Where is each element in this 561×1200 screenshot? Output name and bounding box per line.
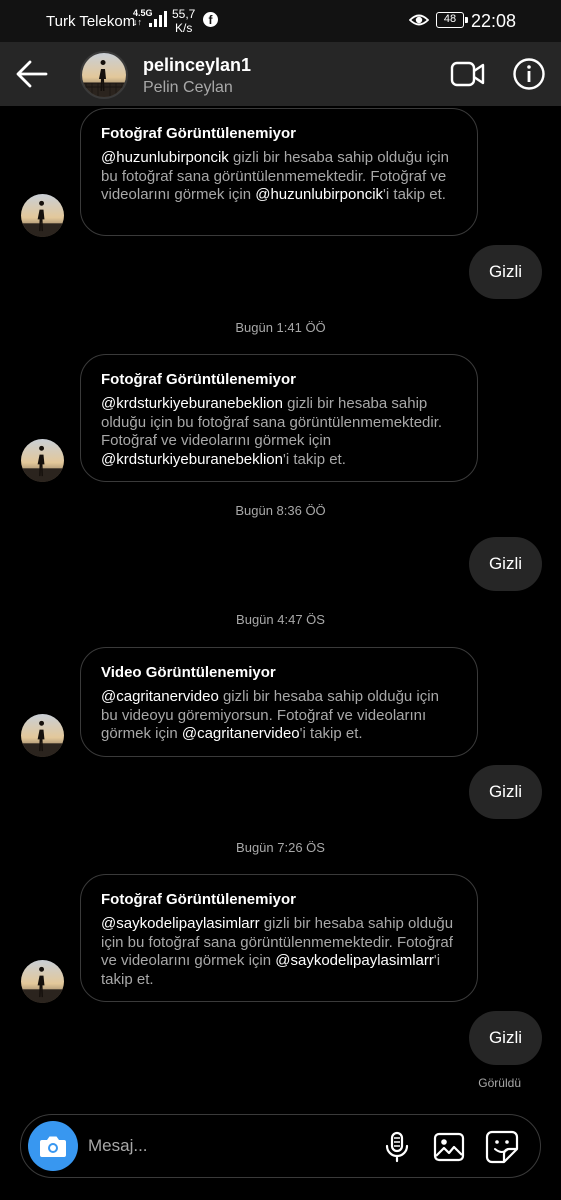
sent-message-bubble[interactable]: Gizli [468, 537, 542, 591]
video-call-icon[interactable] [450, 59, 486, 89]
clock: 22:08 [471, 11, 517, 31]
sender-photo [21, 714, 64, 757]
status-bar: Turk Telekom 4.5G ↓↑ 55,7 K/s f 48 22:08 [0, 0, 561, 42]
back-arrow-icon[interactable] [12, 54, 52, 94]
message-input[interactable] [88, 1127, 338, 1165]
network-speed-value: 55,7 [172, 7, 196, 21]
card-body: @cagritanervideo gizli bir hesaba sahip … [101, 688, 459, 744]
battery-icon: 48 [436, 12, 468, 28]
carrier-name: Turk Telekom [46, 13, 136, 30]
card-title: Fotoğraf Görüntülenemiyor [101, 125, 296, 142]
chat-fullname: Pelin Ceylan [143, 79, 233, 96]
signal-icon [149, 11, 167, 27]
sender-avatar[interactable] [21, 960, 64, 1003]
profile-photo [82, 53, 126, 97]
sender-photo [21, 439, 64, 482]
microphone-icon[interactable] [383, 1131, 411, 1163]
network-activity-label: ↓↑ [133, 17, 142, 27]
unavailable-media-card[interactable]: Video Görüntülenemiyor @cagritanervideo … [80, 647, 478, 757]
seen-indicator: Görüldü [478, 1076, 521, 1090]
mention-link[interactable]: @cagritanervideo [101, 688, 219, 705]
mention-link[interactable]: @saykodelipaylasimlarr [101, 915, 260, 932]
unavailable-media-card[interactable]: Fotoğraf Görüntülenemiyor @huzunlubirpon… [80, 108, 478, 236]
sent-message-bubble[interactable]: Gizli [468, 245, 542, 299]
card-title: Video Görüntülenemiyor [101, 664, 276, 681]
chat-username[interactable]: pelinceylan1 [143, 55, 251, 76]
unavailable-media-card[interactable]: Fotoğraf Görüntülenemiyor @krdsturkiyebu… [80, 354, 478, 482]
card-body: @saykodelipaylasimlarr gizli bir hesaba … [101, 915, 459, 989]
card-body: @huzunlubirponcik gizli bir hesaba sahip… [101, 149, 459, 205]
card-title: Fotoğraf Görüntülenemiyor [101, 371, 296, 388]
message-timestamp: Bugün 7:26 ÖS [236, 840, 325, 855]
card-body: @krdsturkiyeburanebeklion gizli bir hesa… [101, 395, 459, 469]
info-icon[interactable] [512, 57, 546, 91]
mention-link[interactable]: @krdsturkiyeburanebeklion [101, 451, 283, 468]
card-text: 'i takip et. [299, 725, 363, 742]
avatar[interactable] [80, 51, 128, 99]
facebook-icon: f [203, 12, 218, 27]
sticker-icon[interactable] [485, 1130, 519, 1164]
mention-link[interactable]: @huzunlubirponcik [255, 186, 383, 203]
message-composer [20, 1114, 541, 1178]
card-title: Fotoğraf Görüntülenemiyor [101, 891, 296, 908]
mention-link[interactable]: @saykodelipaylasimlarr [275, 952, 434, 969]
message-timestamp: Bugün 8:36 ÖÖ [235, 503, 326, 518]
sender-photo [21, 960, 64, 1003]
message-thread[interactable]: Fotoğraf Görüntülenemiyor @huzunlubirpon… [0, 106, 561, 1106]
sender-avatar[interactable] [21, 194, 64, 237]
eye-comfort-icon [409, 14, 429, 26]
camera-button[interactable] [28, 1121, 78, 1171]
message-timestamp: Bugün 4:47 ÖS [236, 612, 325, 627]
chat-header: pelinceylan1 Pelin Ceylan [0, 42, 561, 106]
mention-link[interactable]: @cagritanervideo [182, 725, 300, 742]
message-timestamp: Bugün 1:41 ÖÖ [235, 320, 326, 335]
network-speed: 55,7 K/s [172, 7, 195, 35]
sender-avatar[interactable] [21, 439, 64, 482]
gallery-icon[interactable] [433, 1131, 465, 1163]
mention-link[interactable]: @huzunlubirponcik [101, 149, 229, 166]
sender-photo [21, 194, 64, 237]
camera-icon [40, 1136, 66, 1157]
network-speed-unit: K/s [175, 21, 193, 35]
sent-message-bubble[interactable]: Gizli [468, 1011, 542, 1065]
unavailable-media-card[interactable]: Fotoğraf Görüntülenemiyor @saykodelipayl… [80, 874, 478, 1002]
sent-message-bubble[interactable]: Gizli [468, 765, 542, 819]
mention-link[interactable]: @krdsturkiyeburanebeklion [101, 395, 283, 412]
sender-avatar[interactable] [21, 714, 64, 757]
card-text: 'i takip et. [283, 450, 346, 468]
card-text: 'i takip et. [383, 186, 446, 203]
